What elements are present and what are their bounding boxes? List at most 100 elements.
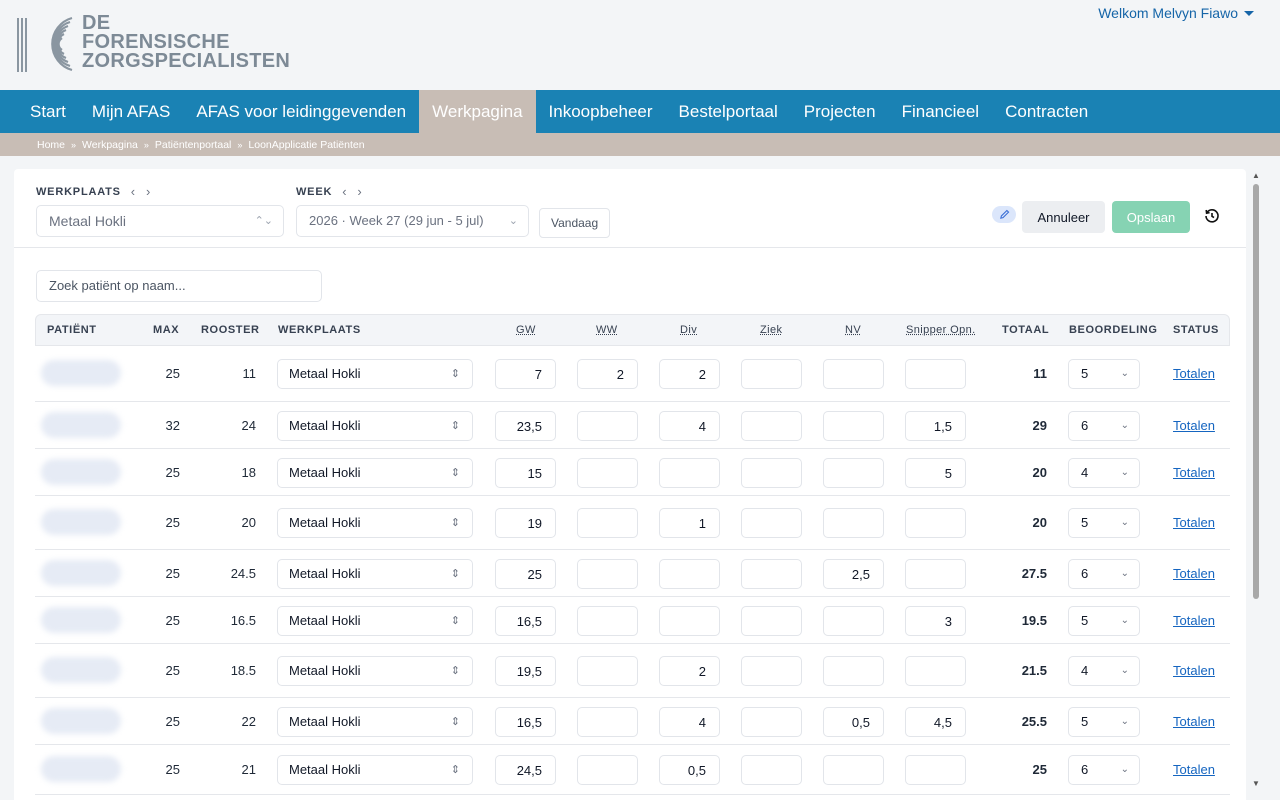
- cancel-button[interactable]: Annuleer: [1022, 201, 1105, 233]
- patient-name-redacted[interactable]: [41, 412, 121, 438]
- col-header-gw[interactable]: GW: [516, 315, 536, 345]
- hours-input-snipper[interactable]: 5: [905, 458, 966, 488]
- werkplaats-select[interactable]: Metaal Hokli ⇕: [277, 559, 473, 589]
- hours-input-gw[interactable]: 16,5: [495, 707, 556, 737]
- scrollbar-thumb[interactable]: [1253, 184, 1259, 599]
- save-button[interactable]: Opslaan: [1112, 201, 1190, 233]
- hours-input-ziek[interactable]: [741, 508, 802, 538]
- hours-input-ziek[interactable]: [741, 359, 802, 389]
- breadcrumb-home[interactable]: Home: [37, 139, 65, 151]
- hours-input-div[interactable]: 0,5: [659, 755, 720, 785]
- werkplaats-select[interactable]: Metaal Hokli ⇕: [277, 656, 473, 686]
- totalen-link[interactable]: Totalen: [1173, 465, 1215, 480]
- hours-input-div[interactable]: 4: [659, 411, 720, 441]
- hours-input-div[interactable]: [659, 606, 720, 636]
- werkplaats-select[interactable]: Metaal Hokli ⇕: [277, 707, 473, 737]
- hours-input-gw[interactable]: 19: [495, 508, 556, 538]
- chevron-right-icon[interactable]: ›: [357, 184, 362, 199]
- col-header-div[interactable]: Div: [680, 315, 697, 345]
- nav-item-start[interactable]: Start: [17, 90, 79, 133]
- nav-item-inkoopbeheer[interactable]: Inkoopbeheer: [536, 90, 666, 133]
- hours-input-ziek[interactable]: [741, 559, 802, 589]
- hours-input-snipper[interactable]: [905, 559, 966, 589]
- hours-input-snipper[interactable]: [905, 656, 966, 686]
- totalen-link[interactable]: Totalen: [1173, 366, 1215, 381]
- nav-item-bestelportaal[interactable]: Bestelportaal: [666, 90, 791, 133]
- werkplaats-select[interactable]: Metaal Hokli ⌃⌄: [36, 205, 284, 237]
- patient-name-redacted[interactable]: [41, 756, 121, 782]
- hours-input-ww[interactable]: [577, 656, 638, 686]
- beoordeling-select[interactable]: 6 ⌄: [1068, 559, 1140, 589]
- patient-name-redacted[interactable]: [41, 607, 121, 633]
- hours-input-ziek[interactable]: [741, 707, 802, 737]
- col-header-status[interactable]: STATUS: [1173, 315, 1219, 345]
- hours-input-div[interactable]: 4: [659, 707, 720, 737]
- logo[interactable]: DE FORENSISCHE ZORGSPECIALISTEN: [14, 13, 290, 74]
- hours-input-ziek[interactable]: [741, 458, 802, 488]
- hours-input-snipper[interactable]: [905, 755, 966, 785]
- scroll-down-icon[interactable]: ▼: [1252, 779, 1260, 788]
- hours-input-gw[interactable]: 15: [495, 458, 556, 488]
- breadcrumb-werkpagina[interactable]: Werkpagina: [82, 139, 138, 151]
- nav-item-afas-leidinggevenden[interactable]: AFAS voor leidinggevenden: [183, 90, 419, 133]
- hours-input-nv[interactable]: 2,5: [823, 559, 884, 589]
- patient-name-redacted[interactable]: [41, 560, 121, 586]
- werkplaats-select[interactable]: Metaal Hokli ⇕: [277, 458, 473, 488]
- hours-input-div[interactable]: 1: [659, 508, 720, 538]
- col-header-snipper[interactable]: Snipper Opn.: [906, 315, 976, 345]
- hours-input-snipper[interactable]: [905, 508, 966, 538]
- col-header-max[interactable]: MAX: [153, 315, 179, 345]
- patient-name-redacted[interactable]: [41, 657, 121, 683]
- scroll-up-icon[interactable]: ▲: [1252, 171, 1260, 180]
- nav-item-mijn-afas[interactable]: Mijn AFAS: [79, 90, 183, 133]
- vertical-scrollbar[interactable]: ▲ ▼: [1250, 169, 1262, 800]
- col-header-ziek[interactable]: Ziek: [760, 315, 782, 345]
- hours-input-ziek[interactable]: [741, 755, 802, 785]
- col-header-nv[interactable]: NV: [845, 315, 861, 345]
- nav-item-contracten[interactable]: Contracten: [992, 90, 1101, 133]
- chevron-left-icon[interactable]: ‹: [131, 184, 136, 199]
- col-header-rooster[interactable]: ROOSTER: [201, 315, 260, 345]
- hours-input-nv[interactable]: [823, 755, 884, 785]
- hours-input-nv[interactable]: [823, 508, 884, 538]
- beoordeling-select[interactable]: 5 ⌄: [1068, 606, 1140, 636]
- werkplaats-select[interactable]: Metaal Hokli ⇕: [277, 359, 473, 389]
- hours-input-div[interactable]: [659, 458, 720, 488]
- today-button[interactable]: Vandaag: [539, 208, 611, 238]
- beoordeling-select[interactable]: 4 ⌄: [1068, 458, 1140, 488]
- totalen-link[interactable]: Totalen: [1173, 566, 1215, 581]
- hours-input-gw[interactable]: 16,5: [495, 606, 556, 636]
- totalen-link[interactable]: Totalen: [1173, 663, 1215, 678]
- nav-item-financieel[interactable]: Financieel: [889, 90, 993, 133]
- hours-input-snipper[interactable]: 1,5: [905, 411, 966, 441]
- hours-input-ww[interactable]: [577, 559, 638, 589]
- hours-input-ww[interactable]: [577, 707, 638, 737]
- hours-input-div[interactable]: 2: [659, 656, 720, 686]
- col-header-beoordeling[interactable]: BEOORDELING: [1069, 315, 1158, 345]
- hours-input-nv[interactable]: [823, 411, 884, 441]
- hours-input-gw[interactable]: 19,5: [495, 656, 556, 686]
- werkplaats-select[interactable]: Metaal Hokli ⇕: [277, 606, 473, 636]
- hours-input-nv[interactable]: [823, 359, 884, 389]
- col-header-werkplaats[interactable]: WERKPLAATS: [278, 315, 361, 345]
- hours-input-ww[interactable]: [577, 606, 638, 636]
- hours-input-ww[interactable]: [577, 508, 638, 538]
- history-icon[interactable]: [1203, 207, 1221, 225]
- patient-name-redacted[interactable]: [41, 708, 121, 734]
- col-header-ww[interactable]: WW: [596, 315, 618, 345]
- hours-input-snipper[interactable]: [905, 359, 966, 389]
- hours-input-ziek[interactable]: [741, 411, 802, 441]
- chevron-right-icon[interactable]: ›: [146, 184, 151, 199]
- patient-name-redacted[interactable]: [41, 509, 121, 535]
- nav-item-projecten[interactable]: Projecten: [791, 90, 889, 133]
- hours-input-ww[interactable]: 2: [577, 359, 638, 389]
- totalen-link[interactable]: Totalen: [1173, 613, 1215, 628]
- edit-mode-badge[interactable]: [992, 206, 1016, 223]
- beoordeling-select[interactable]: 6 ⌄: [1068, 755, 1140, 785]
- col-header-patient[interactable]: PATIËNT: [47, 315, 97, 345]
- hours-input-ziek[interactable]: [741, 606, 802, 636]
- beoordeling-select[interactable]: 5 ⌄: [1068, 359, 1140, 389]
- patient-name-redacted[interactable]: [41, 360, 121, 386]
- hours-input-nv[interactable]: [823, 656, 884, 686]
- hours-input-ww[interactable]: [577, 755, 638, 785]
